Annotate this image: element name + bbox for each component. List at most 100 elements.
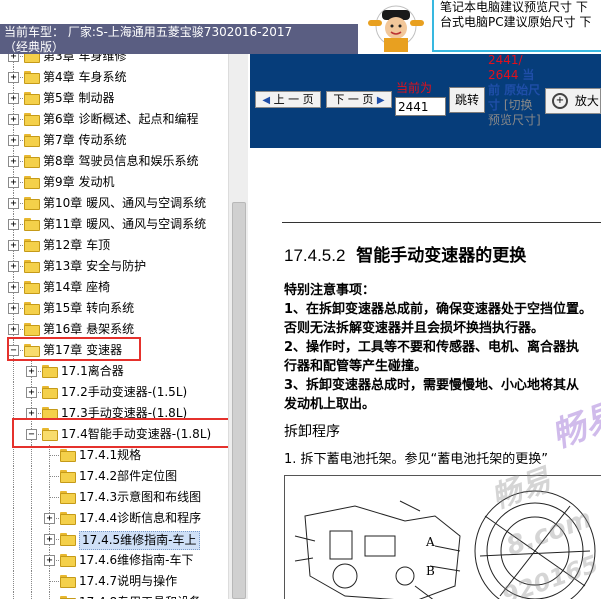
document-page: 17.4.5.2 智能手动变速器的更换 特别注意事项： 1、在拆卸变速器总成前，… [250,148,601,599]
tree-section-row[interactable]: +17.2手动变速器-(1.5L) [0,382,228,403]
tree-chapter-row[interactable]: + 第7章 传动系统 [0,130,228,151]
figure-label-a: A [425,535,435,549]
tree-subsection-label: 17.4.1规格 [79,448,142,462]
tree-subsection-label: 17.4.2部件定位图 [79,469,178,483]
expand-icon[interactable]: + [8,93,19,104]
expand-icon[interactable]: + [44,555,55,566]
tree-chapter-label: 第4章 车身系统 [43,70,127,84]
note-line-5: 3、拆卸变速器总成时，需要慢慢地、小心地将其从 [284,378,580,393]
tree-chapter-label: 第7章 传动系统 [43,133,127,147]
tree-chapter-label: 第13章 安全与防护 [43,259,147,273]
prev-page-button[interactable]: ◀ 上 一 页 [255,91,321,108]
tree-chapter-label: 第15章 转向系统 [43,301,135,315]
tree-chapter-label: 第3章 车身维修 [43,54,127,63]
step-1-text: 1. 拆下蓄电池托架。参见“蓄电池托架的更换” [284,452,549,467]
note-line-4: 行器和配管等产生碰撞。 [284,359,428,374]
tree-scrollbar-thumb[interactable] [232,202,246,599]
tree-subsection-row[interactable]: +17.4.5维修指南-车上 [0,529,228,550]
expand-icon[interactable]: + [8,114,19,125]
tree-section-row[interactable]: +17.1离合器 [0,361,228,382]
doc-title: 17.4.5.2 智能手动变速器的更换 [284,245,526,267]
expand-icon[interactable]: + [8,303,19,314]
tree-chapter-label: 第5章 制动器 [43,91,115,105]
tree-chapter-row[interactable]: + 第12章 车顶 [0,235,228,256]
tree-scrollbar[interactable] [228,54,248,599]
expand-icon[interactable]: + [8,282,19,293]
expand-icon[interactable]: + [8,261,19,272]
folder-icon [42,386,58,399]
expand-icon[interactable]: + [8,198,19,209]
folder-icon [24,197,40,210]
tree-chapter-row[interactable]: + 第9章 发动机 [0,172,228,193]
page-number-input[interactable] [395,97,446,116]
tree-chapter-row[interactable]: + 第5章 制动器 [0,88,228,109]
highlight-box-section174 [12,418,244,448]
note-line-6: 发动机上取出。 [284,397,376,412]
jump-button[interactable]: 跳转 [449,87,485,113]
expand-icon[interactable]: + [44,534,55,545]
tree-chapter-row[interactable]: + 第8章 驾驶员信息和娱乐系统 [0,151,228,172]
folder-icon [24,54,40,63]
expand-icon[interactable]: + [8,156,19,167]
tree-chapter-row[interactable]: + 第6章 诊断概述、起点和编程 [0,109,228,130]
tree-chapter-row[interactable]: + 第10章 暖风、通风与空调系统 [0,193,228,214]
expand-icon[interactable]: + [44,513,55,524]
expand-icon[interactable]: + [8,72,19,83]
expand-icon[interactable]: + [26,366,37,377]
tree-chapter-row[interactable]: + 第3章 车身维修 [0,54,228,67]
expand-icon[interactable]: + [8,240,19,251]
tree-subsection-row[interactable]: +17.4.4诊断信息和程序 [0,508,228,529]
tree-subsection-row[interactable]: +17.4.6维修指南-车下 [0,550,228,571]
tree-section-label: 17.1离合器 [61,364,124,378]
folder-icon [60,554,76,567]
expand-icon[interactable]: + [8,54,19,62]
tree-chapter-label: 第9章 发动机 [43,175,115,189]
zoom-in-button[interactable]: + 放大 [545,88,601,114]
prev-arrow-icon: ◀ [262,95,271,106]
tree-subsection-row[interactable]: 17.4.3示意图和布线图 [0,487,228,508]
folder-icon [60,533,76,546]
tree-chapter-row[interactable]: + 第15章 转向系统 [0,298,228,319]
folder-icon [24,113,40,126]
tree-subsection-label: 17.4.4诊断信息和程序 [79,511,202,525]
folder-icon [24,92,40,105]
tree-section-label: 17.2手动变速器-(1.5L) [61,385,188,399]
tree-chapter-row[interactable]: + 第4章 车身系统 [0,67,228,88]
folder-icon [24,218,40,231]
tree-chapter-label: 第12章 车顶 [43,238,111,252]
tree-chapter-label: 第8章 驾驶员信息和娱乐系统 [43,154,199,168]
next-page-button[interactable]: 下 一 页 ▶ [326,91,392,108]
tree-subsection-row[interactable]: 17.4.1规格 [0,445,228,466]
tree-subsection-row[interactable]: 17.4.8专用工具和设备 [0,592,228,599]
tree-chapter-row[interactable]: + 第11章 暖风、通风与空调系统 [0,214,228,235]
expand-icon[interactable]: + [8,219,19,230]
highlight-box-chapter17 [7,337,141,361]
next-page-label: 下 一 页 [333,93,374,106]
tree-chapter-label: 第6章 诊断概述、起点和编程 [43,112,199,126]
prev-page-label: 上 一 页 [273,93,314,106]
expand-icon[interactable]: + [8,324,19,335]
tree-chapter-row[interactable]: + 第14章 座椅 [0,277,228,298]
page-count-text: 2441/ 2644 [488,53,523,82]
next-arrow-icon: ▶ [376,95,385,106]
folder-icon [60,470,76,483]
tree-subsection-label: 17.4.6维修指南-车下 [79,553,194,567]
tree-chapter-row[interactable]: + 第13章 安全与防护 [0,256,228,277]
expand-icon[interactable]: + [8,135,19,146]
expand-icon[interactable]: + [26,387,37,398]
folder-icon [24,134,40,147]
folder-icon [24,260,40,273]
figure-label-b: B [426,564,435,578]
folder-icon [42,365,58,378]
current-page-label: 当前为 [396,81,433,95]
folder-icon [24,281,40,294]
note-line-1: 1、在拆卸变速器总成前，确保变速器处于空挡位置。 [284,302,593,317]
tree-subsection-row[interactable]: 17.4.2部件定位图 [0,466,228,487]
tips-desktop-text: 台式电脑PC建议原始尺寸 下 [440,15,592,29]
doc-title-number: 17.4.5.2 [284,246,346,265]
tree-chapter-label: 第16章 悬架系统 [43,322,135,336]
folder-icon [24,176,40,189]
expand-icon[interactable]: + [8,177,19,188]
tree-subsection-row[interactable]: 17.4.7说明与操作 [0,571,228,592]
watermark-1: 畅易 [546,395,601,457]
